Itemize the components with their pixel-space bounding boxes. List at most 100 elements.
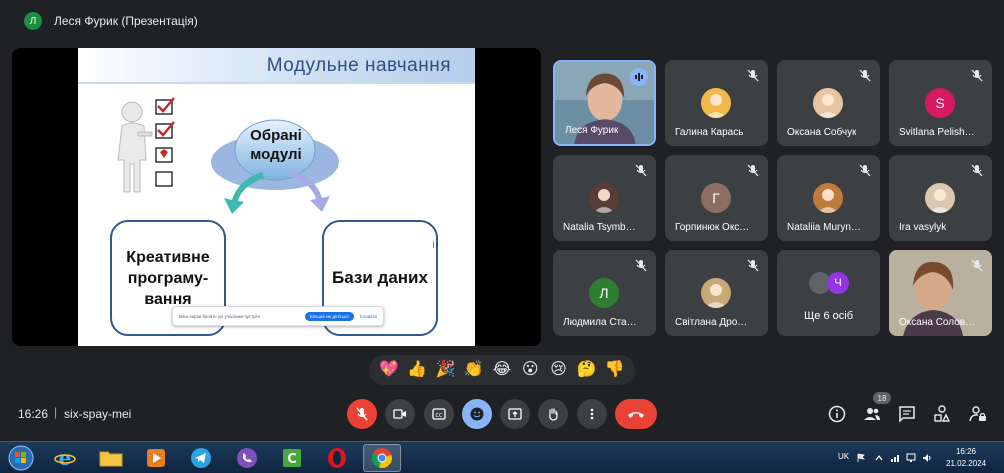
chat-button[interactable] — [896, 403, 918, 425]
os-taskbar: e C UK 16:26 21.02.2024 — [0, 441, 1004, 473]
participant-tile[interactable]: Ira vasylyk — [889, 155, 992, 241]
keyboard-language[interactable]: UK — [838, 452, 849, 461]
more-vert-icon — [590, 408, 594, 420]
reaction-emoji-button[interactable]: 😢 — [546, 358, 570, 382]
mic-muted-icon — [635, 164, 647, 177]
reaction-emoji-button[interactable]: 👏 — [462, 358, 486, 382]
taskbar-chrome[interactable] — [363, 444, 401, 472]
participant-tile[interactable]: Оксана Собчук — [777, 60, 880, 146]
participant-name: Ще 6 осіб — [803, 310, 854, 322]
screen-share-banner: Ваш екран бачать усі учасники зустрічі Б… — [172, 306, 384, 326]
shared-screen[interactable]: Модульне навчання Обрані модулі Креативн… — [12, 48, 541, 346]
participant-tile[interactable]: Оксана Солов… — [889, 250, 992, 336]
taskbar-media-player[interactable] — [137, 444, 175, 472]
people-button[interactable] — [861, 403, 883, 425]
camtasia-icon: C — [283, 449, 301, 467]
leave-call-button[interactable] — [615, 399, 657, 429]
share-banner-text: Ваш екран бачать усі учасники зустрічі — [179, 313, 261, 319]
reaction-emoji-button[interactable]: 🎉 — [434, 358, 458, 382]
info-icon — [828, 405, 846, 423]
svg-text:CC: CC — [436, 413, 443, 419]
meeting-clock: 16:26 — [18, 407, 49, 421]
reaction-emoji-button[interactable]: 😂 — [490, 358, 514, 382]
taskbar-file-explorer[interactable] — [92, 444, 130, 472]
tray-flag-icon[interactable] — [856, 453, 866, 463]
speaking-indicator-icon — [630, 68, 648, 86]
reaction-emoji-button[interactable]: 👎 — [603, 358, 627, 382]
slide-header: Модульне навчання — [78, 48, 475, 84]
stop-sharing-button[interactable]: Більше не діліться — [304, 311, 354, 321]
participant-avatar: Л — [589, 278, 619, 308]
participant-avatar: S — [925, 88, 955, 118]
tray-monitor-icon[interactable] — [906, 453, 916, 463]
participant-avatar-letter: Ч — [827, 272, 849, 294]
reaction-emoji-button[interactable]: 🤔 — [575, 358, 599, 382]
mic-muted-icon — [859, 164, 871, 177]
participant-avatar — [701, 278, 731, 308]
participant-avatar: Г — [701, 183, 731, 213]
people-icon — [864, 408, 880, 420]
participant-name: Svitlana Pelish… — [899, 127, 975, 138]
host-controls-button[interactable] — [967, 403, 989, 425]
taskbar-opera[interactable] — [318, 444, 356, 472]
reaction-emoji-button[interactable]: 👍 — [405, 358, 429, 382]
taskbar-viber[interactable] — [228, 444, 266, 472]
present-screen-button[interactable] — [500, 399, 530, 429]
mic-muted-icon — [747, 69, 759, 82]
activities-button[interactable] — [931, 403, 953, 425]
participant-tile[interactable]: Natalia Tsymb… — [553, 155, 656, 241]
participant-tile[interactable]: Л Людмила Ста… — [553, 250, 656, 336]
more-options-button[interactable] — [577, 399, 607, 429]
participant-name: Оксана Собчук — [787, 127, 857, 138]
system-time: 16:26 — [955, 447, 977, 456]
start-button[interactable] — [2, 444, 40, 472]
smiley-icon — [470, 407, 484, 421]
viber-icon — [237, 448, 257, 468]
mic-muted-icon — [971, 164, 983, 177]
meeting-details-button[interactable] — [826, 403, 848, 425]
participant-tile[interactable]: Леся Фурик — [553, 60, 656, 146]
reaction-emoji-button[interactable]: 💖 — [377, 358, 401, 382]
emoji-reactions-button[interactable] — [462, 399, 492, 429]
presentation-slide: Модульне навчання Обрані модулі Креативн… — [78, 48, 475, 346]
hide-banner-link[interactable]: Сховати — [360, 314, 377, 319]
presentation-header: Л Леся Фурик (Презентація) — [0, 0, 1004, 42]
hand-icon — [549, 408, 558, 421]
meeting-control-bar: 16:26 | six-spay-mei CC 18 — [0, 392, 1004, 438]
taskbar-internet-explorer[interactable]: e — [46, 444, 84, 472]
participant-tile[interactable]: Ч Ще 6 осіб — [777, 250, 880, 336]
tray-network-icon[interactable] — [890, 453, 900, 463]
captions-button[interactable]: CC — [424, 399, 454, 429]
reaction-emoji-button[interactable]: 😮 — [518, 358, 542, 382]
arrow-left-icon — [224, 172, 264, 214]
mic-muted-icon — [971, 259, 983, 272]
participant-name: Горпинюк Окс… — [675, 222, 750, 233]
selected-modules-label: Обрані модулі — [250, 127, 302, 163]
camera-toggle-button[interactable] — [385, 399, 415, 429]
tray-up-arrow-icon[interactable] — [874, 453, 884, 463]
chrome-icon — [371, 448, 392, 468]
participant-tile[interactable]: Світлана Дро… — [665, 250, 768, 336]
hang-up-icon — [628, 412, 644, 418]
windows-logo-icon — [8, 445, 34, 471]
meeting-code: six-spay-mei — [64, 407, 132, 421]
checklist-figure-illustration — [117, 97, 175, 193]
participant-tile[interactable]: Г Горпинюк Окс… — [665, 155, 768, 241]
participant-tile[interactable]: S Svitlana Pelish… — [889, 60, 992, 146]
tray-volume-icon[interactable] — [922, 453, 932, 463]
participant-name: Світлана Дро… — [675, 317, 748, 328]
taskbar-telegram[interactable] — [182, 444, 220, 472]
system-clock[interactable]: 16:26 21.02.2024 — [946, 446, 986, 470]
participant-name: Галина Карась — [675, 127, 744, 138]
participant-avatar — [813, 183, 843, 213]
participant-tile[interactable]: Nataliia Muryn… — [777, 155, 880, 241]
camera-icon — [393, 409, 406, 419]
mouse-cursor-icon — [433, 241, 437, 248]
taskbar-camtasia[interactable]: C — [273, 444, 311, 472]
participant-avatar — [813, 88, 843, 118]
participant-tile[interactable]: Галина Карась — [665, 60, 768, 146]
telegram-icon — [191, 448, 211, 468]
raise-hand-button[interactable] — [538, 399, 568, 429]
slide-title: Модульне навчання — [266, 55, 451, 76]
microphone-toggle-button[interactable] — [347, 399, 377, 429]
